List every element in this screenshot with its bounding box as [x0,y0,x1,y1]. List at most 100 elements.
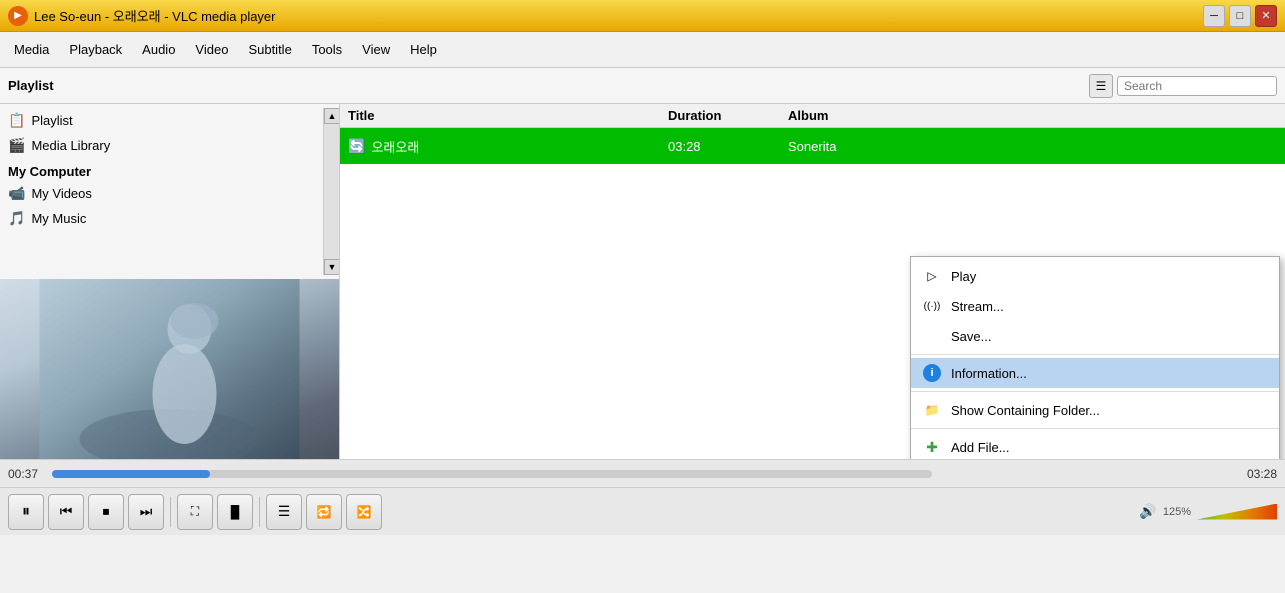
album-art-image [0,279,339,459]
sidebar-item-playlist[interactable]: 📋 Playlist [0,108,323,133]
minimize-button[interactable]: ─ [1203,5,1225,27]
table-row[interactable]: 🔄 오래오래 03:28 Sonerita [340,128,1285,164]
stop-button[interactable]: ⏹ [88,494,124,530]
context-menu: ▷ Play ((·)) Stream... Save... i Informa… [910,256,1280,459]
current-time: 00:37 [8,467,44,481]
my-music-icon: 🎵 [8,210,25,227]
ctx-separator-2 [911,391,1279,392]
sidebar-item-my-music[interactable]: 🎵 My Music [0,206,323,231]
sidebar-my-music-label: My Music [31,211,86,226]
volume-bar[interactable] [1197,504,1277,520]
album-art [0,279,339,459]
pause-button[interactable]: ⏸ [8,494,44,530]
volume-label: 125% [1163,506,1191,518]
extended-button[interactable]: ▐▌ [217,494,253,530]
ctx-show-folder-label: Show Containing Folder... [951,403,1100,418]
ctx-information-label: Information... [951,366,1027,381]
ctx-add-file-label: Add File... [951,440,1010,455]
sidebar: 📋 Playlist 🎬 Media Library My Computer 📹… [0,104,339,279]
sidebar-media-library-label: Media Library [31,138,110,153]
sidebar-inner: 📋 Playlist 🎬 Media Library My Computer 📹… [0,108,323,275]
row-album-cell: Sonerita [788,139,1277,154]
app-icon: ▶ [8,6,28,26]
save-icon [923,327,941,345]
playlist-header: Title Duration Album [340,104,1285,128]
menu-bar: Media Playback Audio Video Subtitle Tool… [0,32,1285,68]
scroll-up-button[interactable]: ▲ [324,108,339,124]
menu-audio[interactable]: Audio [132,38,185,61]
next-button[interactable]: ⏭ [128,494,164,530]
ctx-information[interactable]: i Information... [911,358,1279,388]
media-library-icon: 🎬 [8,137,25,154]
information-icon: i [923,364,941,382]
playlist-icon: 📋 [8,112,25,129]
add-file-icon: ✚ [923,438,941,456]
left-panel: 📋 Playlist 🎬 Media Library My Computer 📹… [0,104,340,459]
menu-media[interactable]: Media [4,38,59,61]
playlist-table: Title Duration Album 🔄 오래오래 03:28 Soneri… [340,104,1285,164]
sidebar-scrollbar[interactable]: ▲ ▼ [323,108,339,275]
stream-icon: ((·)) [923,297,941,315]
close-button[interactable]: ✕ [1255,5,1277,27]
toolbar-playlist-label: Playlist [8,78,1085,93]
ctx-save-label: Save... [951,329,991,344]
album-art-svg [0,279,339,459]
sidebar-section-my-computer: My Computer [0,158,323,181]
playlist-toggle-button[interactable]: ☰ [266,494,302,530]
toolbar-icon-button[interactable]: ☰ [1089,74,1113,98]
volume-icon: 🔊 [1139,503,1156,520]
menu-playback[interactable]: Playback [59,38,132,61]
menu-help[interactable]: Help [400,38,447,61]
window-title: Lee So-eun - 오래오래 - VLC media player [34,6,1203,25]
now-playing-icon: 🔄 [348,138,365,155]
col-duration-header: Duration [668,108,788,123]
my-videos-icon: 📹 [8,185,25,202]
ctx-stream-label: Stream... [951,299,1004,314]
ctx-play[interactable]: ▷ Play [911,261,1279,291]
toolbar: Playlist ☰ [0,68,1285,104]
ctx-play-label: Play [951,269,976,284]
scroll-track [324,124,339,259]
loop-button[interactable]: 🔁 [306,494,342,530]
main-area: 📋 Playlist 🎬 Media Library My Computer 📹… [0,104,1285,459]
sidebar-item-media-library[interactable]: 🎬 Media Library [0,133,323,158]
prev-button[interactable]: ⏮ [48,494,84,530]
sidebar-item-my-videos[interactable]: 📹 My Videos [0,181,323,206]
row-duration-cell: 03:28 [668,139,788,154]
ctx-show-folder[interactable]: 📁 Show Containing Folder... [911,395,1279,425]
menu-subtitle[interactable]: Subtitle [238,38,301,61]
menu-view[interactable]: View [352,38,400,61]
ctx-add-file[interactable]: ✚ Add File... [911,432,1279,459]
maximize-button[interactable]: □ [1229,5,1251,27]
ctx-separator-3 [911,428,1279,429]
controls-area: ⏸ ⏮ ⏹ ⏭ ⛶ ▐▌ ☰ 🔁 🔀 🔊 125% [0,487,1285,535]
controls-separator-2 [259,497,260,527]
menu-video[interactable]: Video [185,38,238,61]
search-input[interactable] [1117,76,1277,96]
title-bar: ▶ Lee So-eun - 오래오래 - VLC media player ─… [0,0,1285,32]
content-area: Title Duration Album 🔄 오래오래 03:28 Soneri… [340,104,1285,459]
row-title: 오래오래 [371,137,419,156]
row-title-cell: 🔄 오래오래 [348,137,668,156]
total-time: 03:28 [1241,467,1277,481]
fullscreen-button[interactable]: ⛶ [177,494,213,530]
ctx-save[interactable]: Save... [911,321,1279,351]
folder-icon: 📁 [923,401,941,419]
progress-track[interactable] [52,470,932,478]
volume-area: 🔊 125% [1139,503,1277,520]
col-title-header: Title [348,108,668,123]
sidebar-playlist-label: Playlist [31,113,72,128]
ctx-stream[interactable]: ((·)) Stream... [911,291,1279,321]
window-controls: ─ □ ✕ [1203,5,1277,27]
progress-fill [52,470,210,478]
volume-gradient [1197,504,1277,520]
progress-area: 00:37 03:28 [0,459,1285,487]
play-icon: ▷ [923,267,941,285]
random-button[interactable]: 🔀 [346,494,382,530]
sidebar-my-videos-label: My Videos [31,186,91,201]
controls-separator-1 [170,497,171,527]
scroll-down-button[interactable]: ▼ [324,259,339,275]
ctx-separator-1 [911,354,1279,355]
col-album-header: Album [788,108,1277,123]
menu-tools[interactable]: Tools [302,38,352,61]
